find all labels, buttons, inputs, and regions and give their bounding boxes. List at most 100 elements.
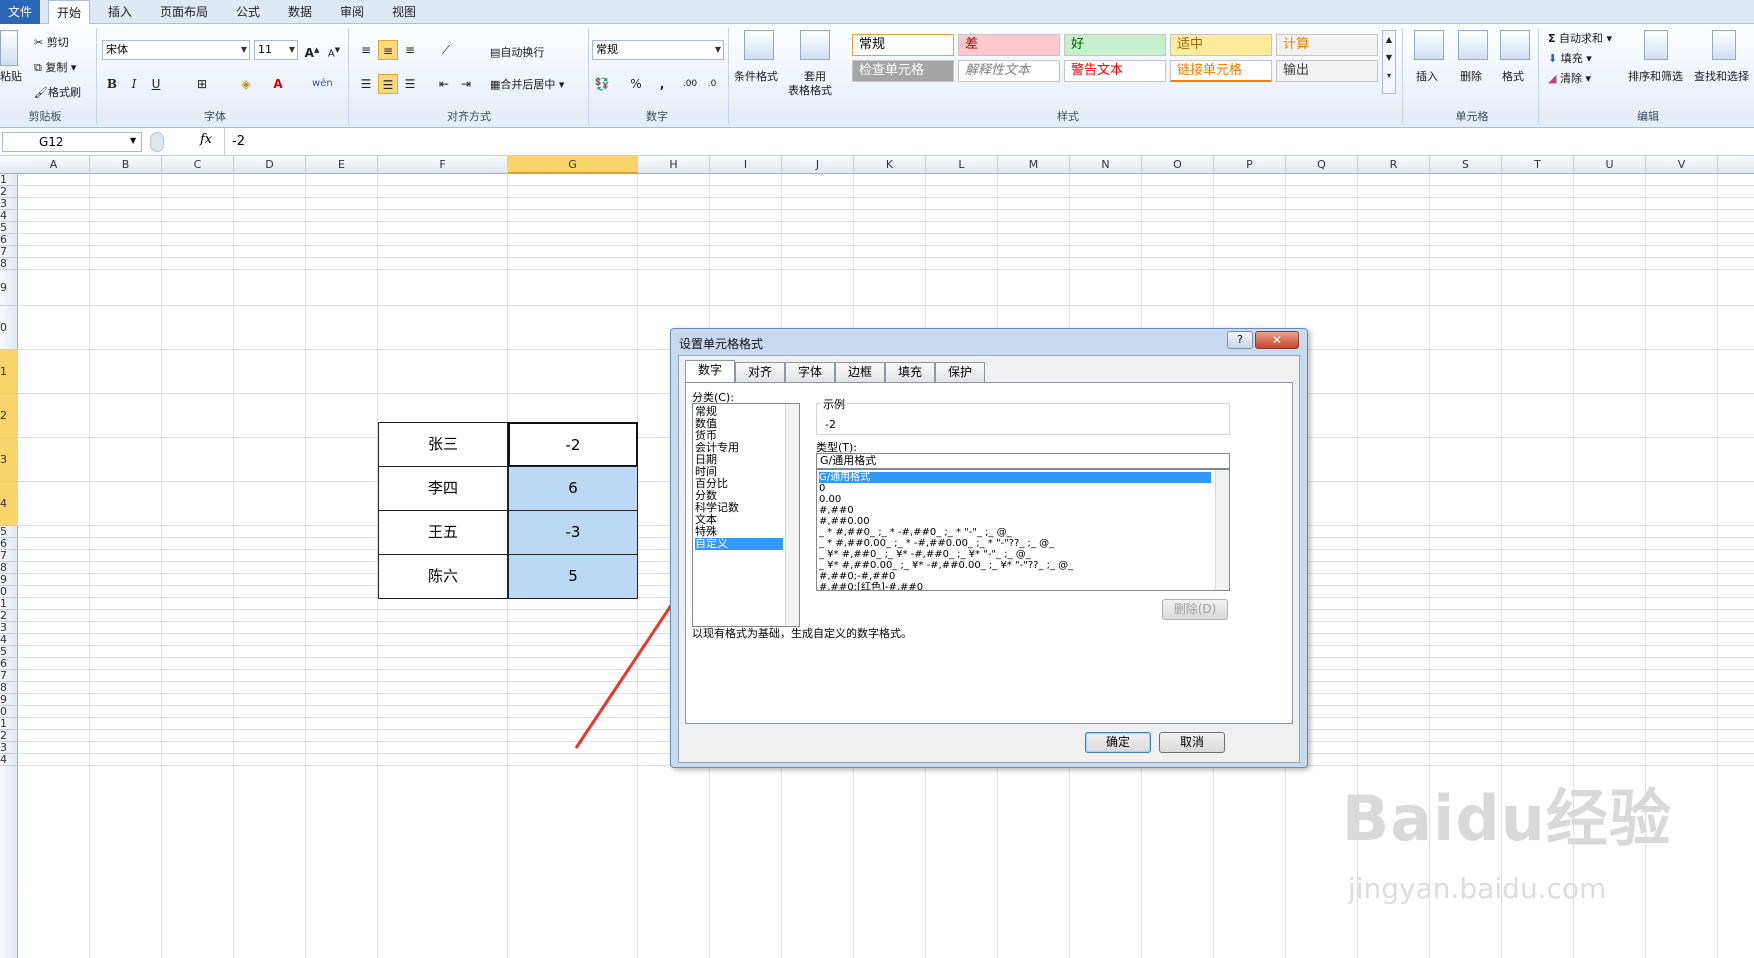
column-header-Q[interactable]: Q bbox=[1286, 156, 1358, 174]
style-2[interactable]: 好 bbox=[1064, 34, 1166, 56]
orientation-icon[interactable]: ⟋ bbox=[436, 40, 456, 60]
type-item[interactable]: _ * #,##0_ ;_ * -#,##0_ ;_ * "-"_ ;_ @_ bbox=[819, 527, 1211, 538]
tab-view[interactable]: 视图 bbox=[392, 0, 416, 24]
tab-fill[interactable]: 填充 bbox=[885, 362, 935, 382]
column-header-M[interactable]: M bbox=[998, 156, 1070, 174]
tab-protection[interactable]: 保护 bbox=[935, 362, 985, 382]
align-bottom-icon[interactable]: ≡ bbox=[400, 40, 420, 60]
formula-bar-resize-handle[interactable] bbox=[150, 132, 164, 152]
category-scrollbar[interactable] bbox=[785, 404, 799, 626]
tab-insert[interactable]: 插入 bbox=[108, 0, 132, 24]
type-item[interactable]: #,##0;[红色]-#,##0 bbox=[819, 582, 1211, 590]
style-1[interactable]: 差 bbox=[958, 34, 1060, 56]
tab-alignment[interactable]: 对齐 bbox=[735, 362, 785, 382]
percent-button[interactable]: % bbox=[626, 74, 646, 94]
column-header-N[interactable]: N bbox=[1070, 156, 1142, 174]
format-cells-button[interactable]: 格式 bbox=[1502, 68, 1524, 84]
cancel-button[interactable]: 取消 bbox=[1159, 732, 1225, 753]
type-item[interactable]: #,##0 bbox=[819, 505, 1211, 516]
style-6[interactable]: 解释性文本 bbox=[958, 60, 1060, 82]
insert-function-icon[interactable]: fx bbox=[200, 132, 212, 147]
decrease-indent-icon[interactable]: ⇤ bbox=[434, 74, 454, 94]
table-name-cell[interactable]: 李四 bbox=[378, 466, 508, 511]
column-header-B[interactable]: B bbox=[90, 156, 162, 174]
format-as-table-icon[interactable] bbox=[800, 30, 830, 60]
table-name-cell[interactable]: 陈六 bbox=[378, 554, 508, 599]
column-header-H[interactable]: H bbox=[638, 156, 710, 174]
column-header-F[interactable]: F bbox=[378, 156, 508, 174]
type-item[interactable]: 0.00 bbox=[819, 494, 1211, 505]
comma-button[interactable]: , bbox=[652, 74, 672, 94]
type-item[interactable]: G/通用格式 bbox=[819, 472, 1211, 483]
column-header-T[interactable]: T bbox=[1502, 156, 1574, 174]
column-header-O[interactable]: O bbox=[1142, 156, 1214, 174]
column-header-R[interactable]: R bbox=[1358, 156, 1430, 174]
borders-icon[interactable]: ⊞ bbox=[192, 74, 212, 94]
tab-font[interactable]: 字体 bbox=[785, 362, 835, 382]
style-3[interactable]: 适中 bbox=[1170, 34, 1272, 56]
conditional-format-icon[interactable] bbox=[744, 30, 774, 60]
style-0[interactable]: 常规 bbox=[852, 34, 954, 56]
type-item[interactable]: #,##0;-#,##0 bbox=[819, 571, 1211, 582]
tab-page-layout[interactable]: 页面布局 bbox=[160, 0, 208, 24]
insert-cells-icon[interactable] bbox=[1414, 30, 1444, 60]
row-header[interactable]: 2 bbox=[0, 394, 18, 438]
column-header-A[interactable]: A bbox=[18, 156, 90, 174]
italic-button[interactable]: I bbox=[124, 74, 144, 94]
shrink-font-button[interactable]: A▼ bbox=[324, 40, 344, 60]
font-color-icon[interactable]: A bbox=[268, 74, 288, 94]
style-9[interactable]: 输出 bbox=[1276, 60, 1378, 82]
column-header-L[interactable]: L bbox=[926, 156, 998, 174]
currency-icon[interactable]: 💱 bbox=[592, 74, 612, 94]
table-name-cell[interactable]: 张三 bbox=[378, 422, 508, 467]
font-name-select[interactable]: 宋体 ▼ bbox=[102, 40, 250, 60]
align-left-icon[interactable]: ☰ bbox=[356, 74, 376, 94]
type-item[interactable]: _ ¥* #,##0_ ;_ ¥* -#,##0_ ;_ ¥* "-"_ ;_ … bbox=[819, 549, 1211, 560]
name-box[interactable]: G12 bbox=[2, 132, 142, 152]
conditional-format-button[interactable]: 条件格式 bbox=[734, 68, 778, 84]
paste-icon[interactable] bbox=[0, 30, 18, 66]
column-header-J[interactable]: J bbox=[782, 156, 854, 174]
column-header-E[interactable]: E bbox=[306, 156, 378, 174]
copy-button[interactable]: ⧉ 复制 ▾ bbox=[34, 59, 76, 75]
formula-input[interactable]: -2 bbox=[232, 134, 245, 149]
category-item[interactable]: 自定义 bbox=[695, 538, 783, 550]
column-header-I[interactable]: I bbox=[710, 156, 782, 174]
align-center-icon[interactable]: ☰ bbox=[378, 74, 398, 94]
increase-indent-icon[interactable]: ⇥ bbox=[456, 74, 476, 94]
type-item[interactable]: #,##0.00 bbox=[819, 516, 1211, 527]
tab-home[interactable]: 开始 bbox=[48, 0, 90, 25]
row-header[interactable]: 4 bbox=[0, 754, 18, 766]
style-8[interactable]: 链接单元格 bbox=[1170, 60, 1272, 82]
clear-button[interactable]: ◢ 清除 ▾ bbox=[1548, 70, 1591, 86]
number-format-select[interactable]: 常规 ▼ bbox=[592, 40, 724, 60]
font-size-select[interactable]: 11 ▼ bbox=[254, 40, 298, 60]
sort-filter-icon[interactable] bbox=[1644, 30, 1668, 60]
bold-button[interactable]: B bbox=[102, 74, 122, 94]
table-value-cell[interactable]: 6 bbox=[508, 466, 638, 511]
phonetic-icon[interactable]: wén bbox=[312, 74, 333, 94]
fill-color-icon[interactable]: ◈ bbox=[236, 74, 256, 94]
paste-button[interactable]: 粘贴 bbox=[0, 68, 22, 84]
row-header[interactable]: 8 bbox=[0, 258, 18, 270]
fill-button[interactable]: ⬇ 填充 ▾ bbox=[1548, 50, 1592, 66]
column-header-P[interactable]: P bbox=[1214, 156, 1286, 174]
increase-decimal-icon[interactable]: .00 bbox=[680, 74, 700, 94]
type-scrollbar[interactable] bbox=[1215, 470, 1229, 590]
table-name-cell[interactable]: 王五 bbox=[378, 510, 508, 555]
align-middle-icon[interactable]: ≡ bbox=[378, 40, 398, 60]
tab-file[interactable]: 文件 bbox=[0, 0, 40, 24]
autosum-button[interactable]: Σ 自动求和 ▾ bbox=[1548, 30, 1612, 46]
column-header-G[interactable]: G bbox=[508, 156, 638, 174]
style-7[interactable]: 警告文本 bbox=[1064, 60, 1166, 82]
table-value-cell[interactable]: -2 bbox=[508, 422, 638, 467]
type-input[interactable]: G/通用格式 bbox=[816, 453, 1230, 469]
grow-font-button[interactable]: A▲ bbox=[302, 40, 322, 60]
tab-formulas[interactable]: 公式 bbox=[236, 0, 260, 24]
row-header[interactable]: 9 bbox=[0, 270, 18, 306]
help-button[interactable]: ? bbox=[1227, 331, 1253, 349]
tab-review[interactable]: 审阅 bbox=[340, 0, 364, 24]
align-top-icon[interactable]: ≡ bbox=[356, 40, 376, 60]
column-header-D[interactable]: D bbox=[234, 156, 306, 174]
tab-number[interactable]: 数字 bbox=[685, 360, 735, 383]
